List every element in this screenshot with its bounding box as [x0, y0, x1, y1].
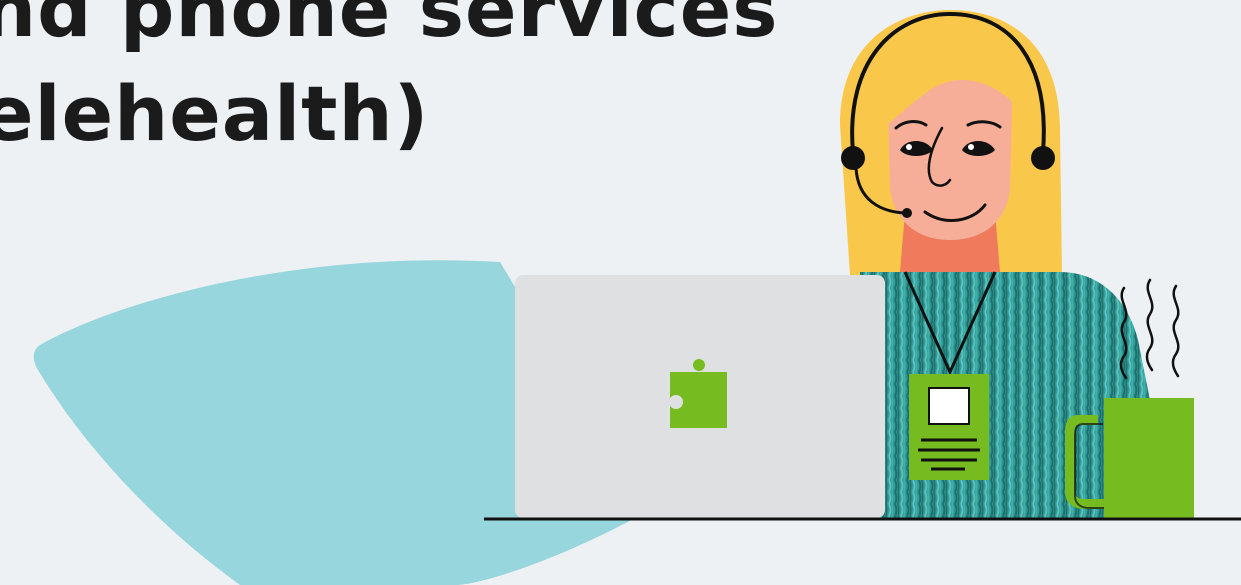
left-earpiece — [841, 146, 865, 170]
id-badge — [909, 374, 989, 480]
support-agent-illustration — [33, 10, 1241, 585]
right-earpiece — [1031, 146, 1055, 170]
microphone-icon — [902, 208, 912, 218]
